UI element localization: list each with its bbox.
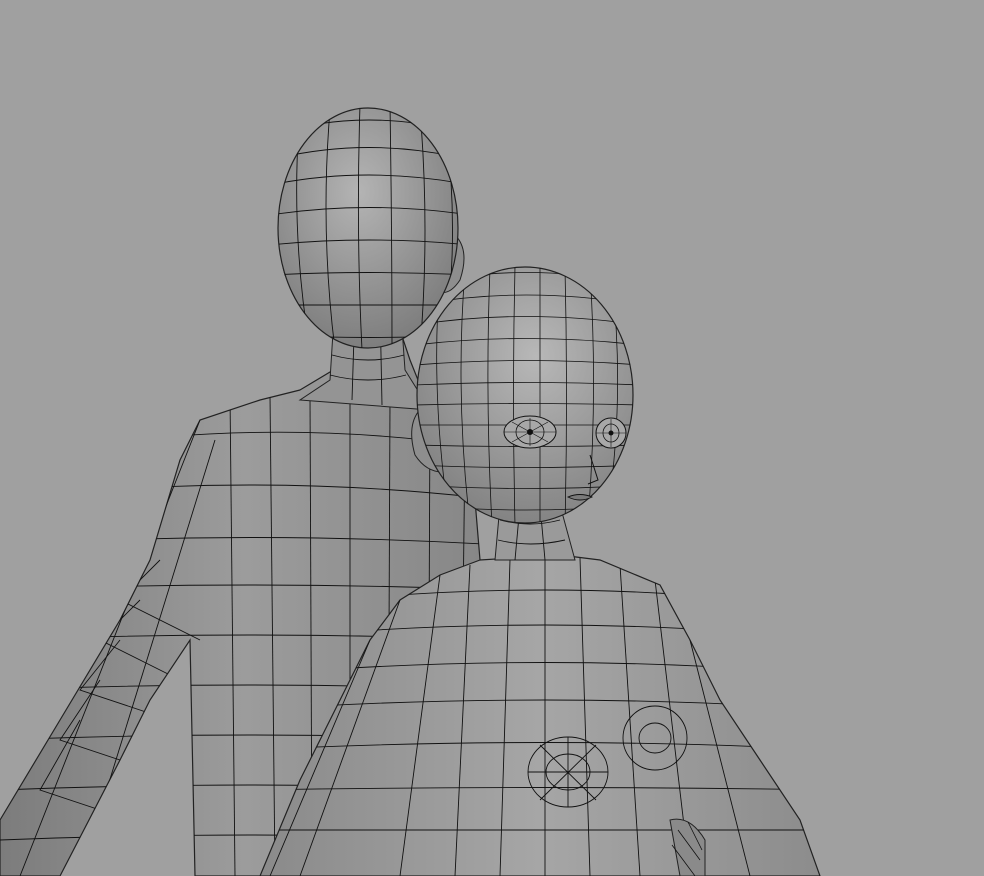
female-eye-right — [595, 417, 627, 449]
male-head — [277, 107, 459, 349]
female-eye-left — [503, 415, 557, 449]
female-head — [416, 266, 634, 524]
viewport-canvas[interactable] — [0, 0, 984, 876]
3d-viewport[interactable] — [0, 0, 984, 876]
